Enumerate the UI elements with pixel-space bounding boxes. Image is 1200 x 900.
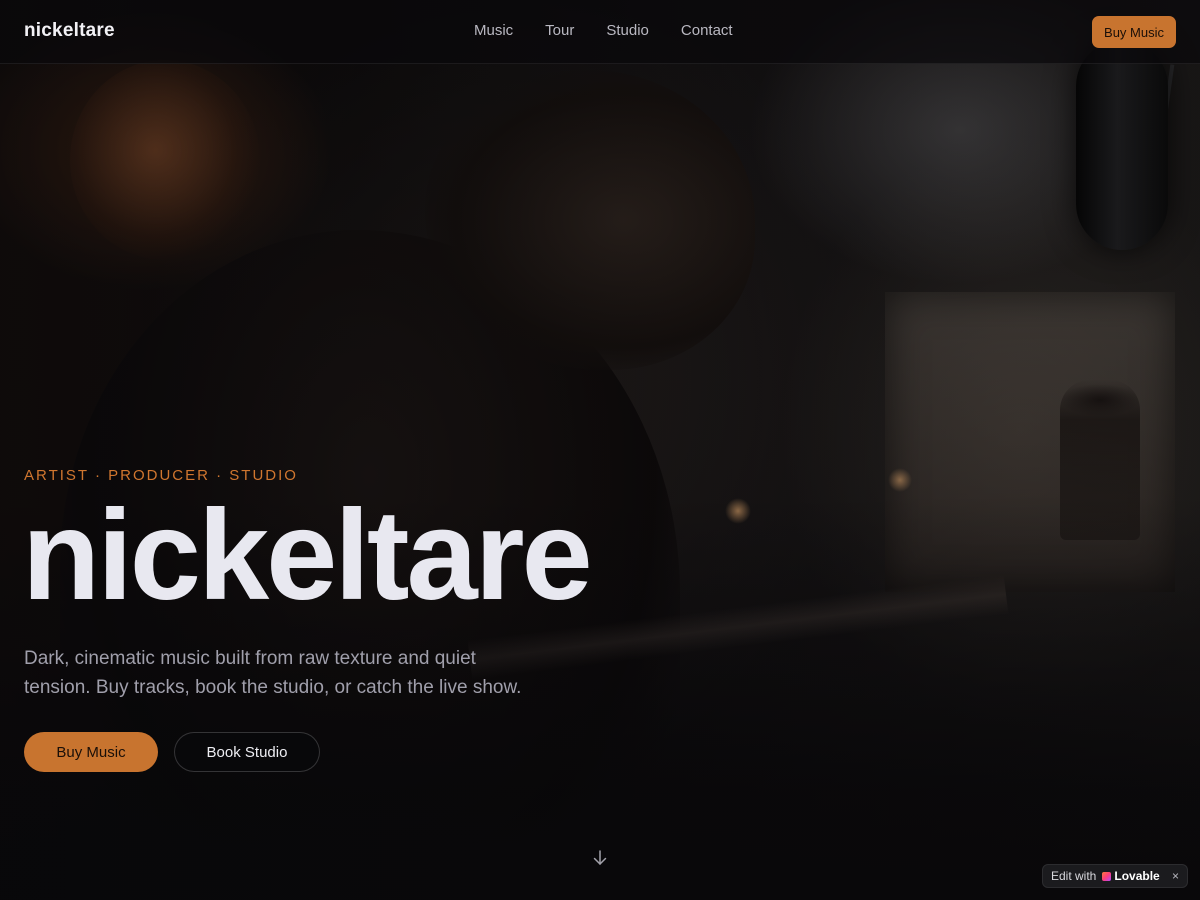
hero-description-line-2: tension. Buy tracks, book the studio, or… bbox=[24, 677, 522, 698]
hero-description-line-1: Dark, cinematic music built from raw tex… bbox=[24, 648, 476, 669]
site-logo[interactable]: nickeltare bbox=[24, 20, 115, 42]
buy-music-button[interactable]: Buy Music bbox=[24, 732, 158, 772]
nav-link-contact[interactable]: Contact bbox=[681, 22, 733, 39]
hero-title: nickeltare bbox=[22, 484, 593, 627]
site-header: nickeltare Music Tour Studio Contact Buy… bbox=[0, 0, 1200, 64]
header-buy-music-button[interactable]: Buy Music bbox=[1092, 16, 1176, 48]
nav-link-studio[interactable]: Studio bbox=[606, 22, 649, 39]
arrow-down-icon[interactable] bbox=[590, 848, 610, 868]
close-icon[interactable]: × bbox=[1172, 869, 1179, 883]
book-studio-button[interactable]: Book Studio bbox=[174, 732, 320, 772]
nav-link-music[interactable]: Music bbox=[474, 22, 513, 39]
main-nav: Music Tour Studio Contact bbox=[474, 22, 733, 39]
badge-brand-name: Lovable bbox=[1114, 869, 1160, 883]
lovable-heart-icon bbox=[1102, 871, 1112, 881]
hero-eyebrow: ARTIST · PRODUCER · STUDIO bbox=[24, 467, 298, 484]
nav-link-tour[interactable]: Tour bbox=[545, 22, 574, 39]
badge-edit-text: Edit with bbox=[1051, 869, 1097, 883]
hero-description: Dark, cinematic music built from raw tex… bbox=[24, 644, 564, 702]
edit-with-lovable-badge[interactable]: Edit with Lovable × bbox=[1042, 864, 1188, 888]
